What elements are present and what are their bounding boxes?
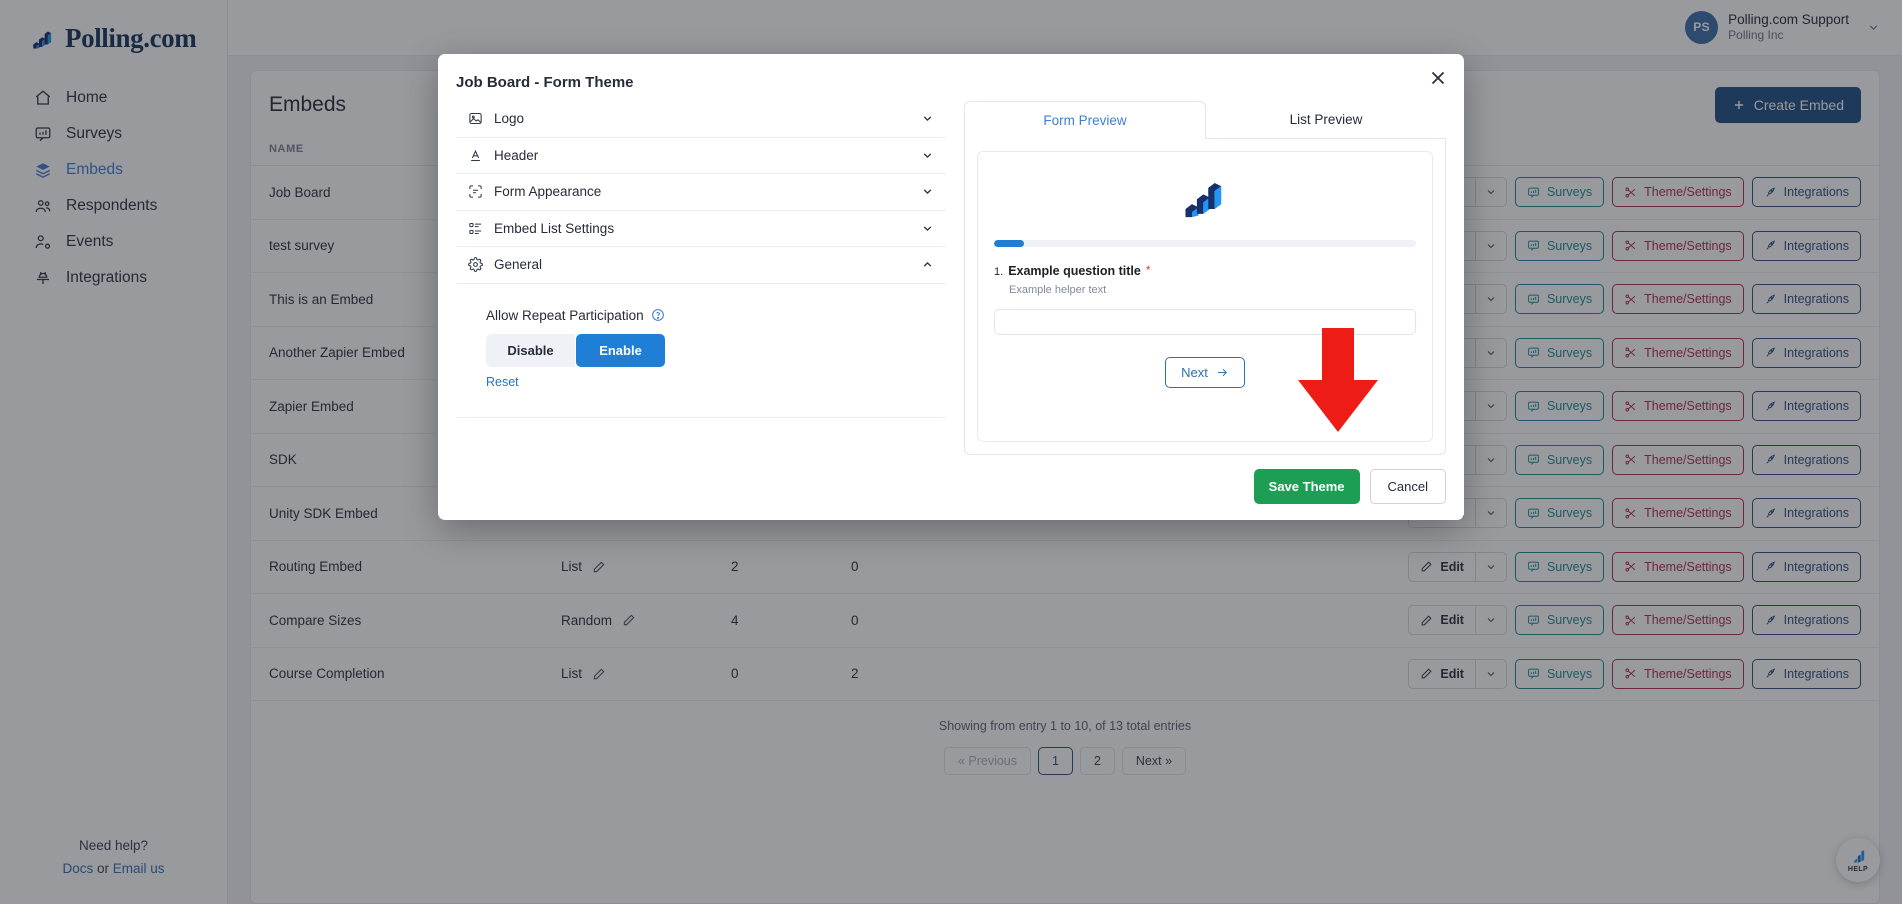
preview-next-label: Next [1181, 365, 1208, 380]
save-theme-button[interactable]: Save Theme [1253, 469, 1360, 504]
close-icon[interactable] [1427, 67, 1449, 89]
preview-tabs: Form Preview List Preview [964, 101, 1446, 139]
list-settings-icon [469, 222, 482, 234]
general-panel: Allow Repeat Participation Disable Enabl… [456, 284, 946, 418]
accordion-item-left: Header [456, 148, 538, 163]
polling-bars-logo-icon [1185, 183, 1222, 218]
form-theme-modal: Job Board - Form Theme Logo Header Form … [438, 54, 1464, 520]
accordion-item-label: Header [494, 147, 539, 163]
modal-footer: Save Theme Cancel [438, 455, 1464, 520]
accordion-item-left: Form Appearance [456, 184, 601, 199]
reset-link[interactable]: Reset [486, 375, 519, 389]
accordion-item-embed-list-settings[interactable]: Embed List Settings [456, 211, 946, 247]
preview-progress-fill [994, 240, 1024, 247]
form-frame-icon [469, 185, 482, 198]
preview-next-button[interactable]: Next [1165, 357, 1245, 388]
accordion-item-general[interactable]: General [456, 247, 946, 284]
question-title: Example question title [1008, 264, 1141, 278]
tab-form-preview[interactable]: Form Preview [964, 101, 1206, 139]
tab-list-preview[interactable]: List Preview [1206, 101, 1446, 139]
accordion-item-header[interactable]: Header [456, 138, 946, 174]
accordion-item-label: Form Appearance [494, 184, 602, 200]
allow-repeat-participation-label: Allow Repeat Participation [486, 307, 644, 323]
chevron-up-icon [923, 262, 932, 267]
allow-repeat-participation-toggle: Disable Enable [486, 333, 946, 367]
modal-title: Job Board - Form Theme [456, 74, 634, 91]
red-arrow-annotation [1298, 328, 1378, 432]
accordion-item-label: Embed List Settings [494, 220, 615, 236]
required-marker: * [1145, 263, 1151, 277]
preview-question-title-row: 1. Example question title * [994, 264, 1416, 278]
cancel-button[interactable]: Cancel [1369, 469, 1446, 504]
text-format-icon [471, 149, 480, 161]
preview-logo [994, 166, 1416, 240]
accordion-item-left: Logo [456, 111, 524, 126]
preview-progress-bar [994, 240, 1416, 247]
accordion-item-left: Embed List Settings [456, 221, 614, 236]
allow-repeat-participation-label-row: Allow Repeat Participation [486, 308, 946, 323]
chevron-down-icon [923, 116, 932, 122]
accordion-item-form-appearance[interactable]: Form Appearance [456, 174, 946, 211]
chevron-down-icon [923, 189, 932, 195]
accordion-item-logo[interactable]: Logo [456, 101, 946, 138]
disable-option[interactable]: Disable [486, 333, 575, 367]
app-root: Polling.com Home Surveys Embeds Responde… [0, 0, 1902, 904]
chevron-down-icon [923, 226, 932, 231]
info-circle-icon[interactable] [651, 308, 665, 322]
theme-accordion: Logo Header Form Appearance Embed List S… [456, 101, 946, 455]
gear-icon [468, 257, 483, 273]
question-number: 1. [994, 265, 1004, 278]
chevron-down-icon [923, 153, 932, 158]
arrow-right-icon [1218, 368, 1227, 377]
accordion-item-label: Logo [494, 111, 525, 127]
enable-option[interactable]: Enable [576, 333, 665, 367]
question-helper-text: Example helper text [1009, 284, 1107, 296]
accordion-item-left: General [456, 257, 542, 272]
image-icon [469, 113, 482, 125]
accordion-item-label: General [494, 257, 543, 273]
